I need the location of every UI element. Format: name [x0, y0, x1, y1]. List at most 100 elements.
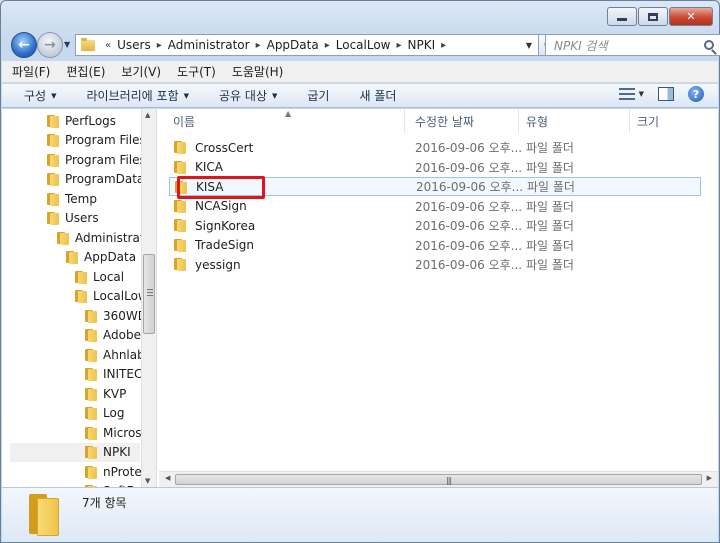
maximize-button[interactable]: [638, 7, 668, 26]
tree-item[interactable]: Program Files: [46, 131, 146, 150]
file-name: yessign: [195, 257, 241, 272]
folder-icon: [84, 426, 98, 440]
breadcrumb-chevron-icon[interactable]: ▸: [441, 40, 446, 51]
back-button[interactable]: ←: [11, 32, 37, 58]
horizontal-scrollbar[interactable]: ◀ ||| ▶: [159, 471, 718, 487]
tree-item-label: NPKI: [103, 445, 131, 459]
caption-buttons: ✕: [607, 7, 713, 26]
navigation-bar: ← → ▼ « Users ▸ Administrator ▸ AppData …: [9, 31, 720, 59]
tree-scroll-thumb[interactable]: [143, 254, 155, 334]
address-bar[interactable]: « Users ▸ Administrator ▸ AppData ▸ Loca…: [75, 34, 539, 56]
file-type: 파일 폴더: [526, 219, 574, 233]
breadcrumb-chevron-icon[interactable]: ▸: [256, 40, 261, 51]
chevron-down-icon: ▼: [183, 91, 190, 100]
share-with-button[interactable]: 공유 대상 ▼: [219, 87, 277, 104]
tree-item[interactable]: Program Files (: [46, 150, 154, 169]
menu-help[interactable]: 도움말(H): [232, 63, 284, 80]
new-folder-label: 새 폴더: [359, 89, 397, 103]
column-header-type[interactable]: 유형: [520, 109, 630, 133]
menu-file[interactable]: 파일(F): [12, 63, 50, 80]
organize-button[interactable]: 구성 ▼: [24, 87, 56, 104]
file-row[interactable]: NCASign 2016-09-06 오후... 파일 폴더: [169, 197, 701, 216]
file-row[interactable]: yessign 2016-09-06 오후... 파일 폴더: [169, 255, 701, 274]
address-history-dropdown[interactable]: ▼: [526, 41, 532, 50]
chevron-down-icon: ▼: [51, 91, 57, 100]
folder-icon: [46, 192, 60, 206]
breadcrumb-chevron-icon[interactable]: ▸: [325, 40, 330, 51]
breadcrumb-chevron-icon[interactable]: ▸: [157, 40, 162, 51]
tree-item[interactable]: 360WD: [84, 306, 147, 325]
breadcrumb-appdata[interactable]: AppData: [267, 38, 319, 52]
recent-pages-dropdown[interactable]: ▼: [64, 40, 70, 49]
close-button[interactable]: ✕: [669, 7, 713, 26]
tree-item[interactable]: NPKI: [10, 442, 140, 462]
breadcrumb-overflow[interactable]: «: [105, 40, 111, 51]
tree-scrollbar[interactable]: ▲ ▼: [141, 109, 156, 487]
burn-button[interactable]: 굽기: [307, 87, 329, 104]
menu-edit[interactable]: 편집(E): [66, 63, 105, 80]
forward-button[interactable]: →: [37, 32, 63, 58]
folder-icon: [84, 309, 98, 323]
breadcrumb-administrator[interactable]: Administrator: [168, 38, 250, 52]
tree-item[interactable]: Users: [46, 209, 99, 228]
horizontal-scroll-thumb[interactable]: |||: [175, 474, 702, 485]
breadcrumb-users[interactable]: Users: [117, 38, 151, 52]
tree-item[interactable]: AppData: [65, 248, 136, 267]
tree-item[interactable]: ProgramData: [46, 170, 144, 189]
scroll-left-icon[interactable]: ◀: [165, 474, 170, 482]
view-options-icon[interactable]: [618, 88, 635, 100]
tree-item[interactable]: KVP: [84, 384, 126, 403]
grip-icon: |||: [446, 476, 452, 485]
folder-icon: [173, 160, 187, 174]
file-row[interactable]: CrossCert 2016-09-06 오후... 파일 폴더: [169, 138, 701, 157]
search-box[interactable]: NPKI 검색: [545, 34, 720, 56]
file-row[interactable]: KICA 2016-09-06 오후... 파일 폴더: [169, 158, 701, 177]
tree-item[interactable]: Administrato: [56, 228, 152, 247]
tree-item-label: PerfLogs: [65, 113, 117, 128]
minimize-button[interactable]: [607, 7, 637, 26]
tree-item-label: Ahnlab: [103, 347, 145, 362]
tree-item[interactable]: Ahnlab: [84, 345, 145, 364]
tree-item[interactable]: Log: [84, 404, 124, 423]
search-input[interactable]: NPKI 검색: [546, 37, 608, 54]
include-library-label: 라이브러리에 포함: [86, 89, 179, 103]
tree-item[interactable]: Local: [74, 267, 124, 286]
column-header-size[interactable]: 크기: [631, 109, 711, 133]
scroll-down-icon[interactable]: ▼: [145, 477, 150, 485]
folder-icon: [84, 348, 98, 362]
folder-icon: [46, 153, 60, 167]
command-bar: 구성 ▼ 라이브러리에 포함 ▼ 공유 대상 ▼ 굽기 새 폴더 ▼ ?: [2, 84, 718, 108]
file-row[interactable]: TradeSign 2016-09-06 오후... 파일 폴더: [169, 236, 701, 255]
tree-item[interactable]: Microso: [84, 423, 149, 442]
tree-item[interactable]: LocalLow: [74, 287, 148, 306]
file-list: 이름 ▲ 수정한 날짜 유형 크기 CrossCert 2016-09-06 오후…: [159, 109, 718, 487]
file-name: TradeSign: [195, 238, 255, 252]
tree-item[interactable]: Adobe: [84, 326, 141, 345]
folder-icon: [173, 257, 187, 271]
tree-item[interactable]: PerfLogs: [46, 111, 116, 130]
details-pane: 7개 항목: [2, 487, 718, 542]
breadcrumb-npki[interactable]: NPKI: [408, 38, 436, 52]
menu-tools[interactable]: 도구(T): [177, 63, 216, 80]
folder-icon: [81, 37, 95, 51]
column-modified-label: 수정한 날짜: [415, 114, 475, 129]
folder-icon: [173, 238, 187, 252]
tree-item[interactable]: Temp: [46, 189, 97, 208]
column-header-modified[interactable]: 수정한 날짜: [409, 109, 519, 133]
view-dropdown-icon[interactable]: ▼: [639, 90, 644, 98]
preview-pane-icon[interactable]: [658, 87, 674, 101]
back-arrow-icon: ←: [18, 37, 30, 53]
new-folder-button[interactable]: 새 폴더: [359, 87, 396, 104]
folder-icon: [84, 367, 98, 381]
breadcrumb-locallow[interactable]: LocalLow: [336, 38, 391, 52]
help-icon[interactable]: ?: [688, 86, 704, 102]
include-library-button[interactable]: 라이브러리에 포함 ▼: [86, 87, 189, 104]
file-type: 파일 폴더: [526, 160, 574, 175]
menu-view[interactable]: 보기(V): [121, 63, 161, 80]
search-icon[interactable]: [704, 40, 714, 50]
scroll-right-icon[interactable]: ▶: [707, 474, 712, 482]
tree-item[interactable]: nProtec: [84, 462, 148, 481]
scroll-up-icon[interactable]: ▲: [145, 111, 150, 119]
file-row[interactable]: SignKorea 2016-09-06 오후... 파일 폴더: [169, 216, 701, 235]
breadcrumb-chevron-icon[interactable]: ▸: [396, 40, 401, 51]
